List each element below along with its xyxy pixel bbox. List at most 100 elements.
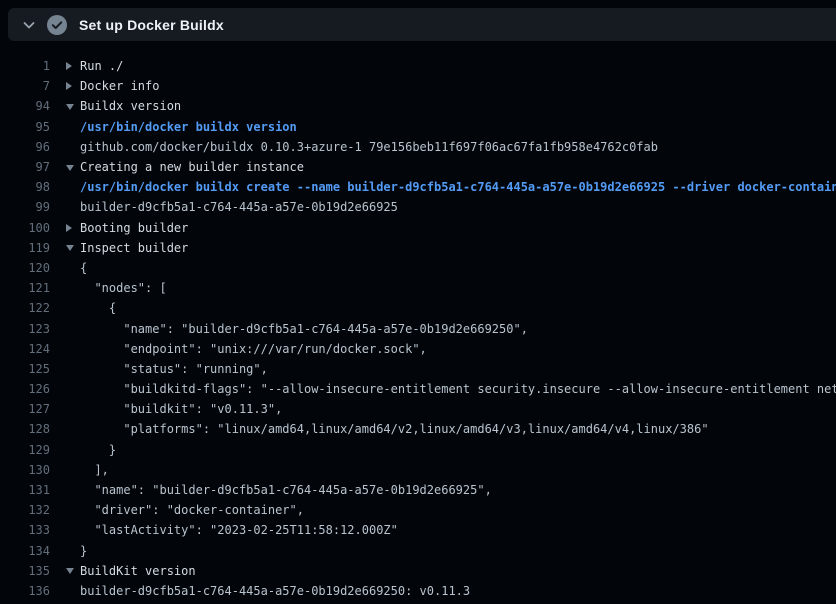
- log-line: 126 "buildkitd-flags": "--allow-insecure…: [0, 379, 836, 399]
- log-line: 96github.com/docker/buildx 0.10.3+azure-…: [0, 137, 836, 157]
- log-text: "name": "builder-d9cfb5a1-c764-445a-a57e…: [80, 322, 528, 336]
- line-number[interactable]: 135: [0, 564, 50, 578]
- log-text: "platforms": "linux/amd64,linux/amd64/v2…: [80, 422, 709, 436]
- triangle-down-icon: [66, 165, 74, 171]
- log-line: 98/usr/bin/docker buildx create --name b…: [0, 177, 836, 197]
- log-group-line[interactable]: 1 Run ./: [0, 56, 836, 76]
- log-line-body: }: [66, 443, 116, 457]
- log-text: Creating a new builder instance: [80, 160, 304, 174]
- step-header[interactable]: Set up Docker Buildx: [8, 8, 836, 41]
- line-number[interactable]: 131: [0, 483, 50, 497]
- log-group-line[interactable]: 135 BuildKit version: [0, 561, 836, 581]
- log-line: 134}: [0, 541, 836, 561]
- log-text: Buildx version: [80, 99, 181, 113]
- log-text: "buildkit": "v0.11.3",: [80, 402, 282, 416]
- log-line: 125 "status": "running",: [0, 359, 836, 379]
- triangle-right-icon: [66, 224, 72, 232]
- log-line-body: builder-d9cfb5a1-c764-445a-a57e-0b19d2e6…: [66, 200, 398, 214]
- log-line-body: "lastActivity": "2023-02-25T11:58:12.000…: [66, 523, 398, 537]
- triangle-down-icon: [66, 568, 74, 574]
- line-number[interactable]: 94: [0, 99, 50, 113]
- line-number[interactable]: 124: [0, 342, 50, 356]
- log-text: builder-d9cfb5a1-c764-445a-a57e-0b19d2e6…: [80, 584, 470, 598]
- line-number[interactable]: 120: [0, 261, 50, 275]
- line-number[interactable]: 100: [0, 221, 50, 235]
- log-text: "name": "builder-d9cfb5a1-c764-445a-a57e…: [80, 483, 492, 497]
- log-text: }: [80, 544, 87, 558]
- line-number[interactable]: 136: [0, 584, 50, 598]
- log-line: 120 {: [0, 258, 836, 278]
- log-line: 129 }: [0, 440, 836, 460]
- line-number[interactable]: 134: [0, 544, 50, 558]
- step-success-check-icon: [47, 15, 67, 35]
- line-number[interactable]: 130: [0, 463, 50, 477]
- log-line-body: "platforms": "linux/amd64,linux/amd64/v2…: [66, 422, 709, 436]
- collapse-step-button[interactable]: [16, 12, 42, 38]
- log-line: 121 "nodes": [: [0, 278, 836, 298]
- log-line: 124 "endpoint": "unix:///var/run/docker.…: [0, 339, 836, 359]
- line-number[interactable]: 1: [0, 59, 50, 73]
- log-line-body: "buildkit": "v0.11.3",: [66, 402, 282, 416]
- line-number[interactable]: 127: [0, 402, 50, 416]
- triangle-right-icon: [66, 82, 72, 90]
- line-number[interactable]: 132: [0, 503, 50, 517]
- log-lines: 1 Run ./ 7 Docker info 94 Buildx version 95/us…: [0, 56, 836, 601]
- log-text: "lastActivity": "2023-02-25T11:58:12.000…: [80, 523, 398, 537]
- line-number[interactable]: 128: [0, 422, 50, 436]
- triangle-right-icon: [66, 62, 72, 70]
- line-number[interactable]: 7: [0, 79, 50, 93]
- log-line-body: }: [66, 544, 87, 558]
- log-text: {: [80, 301, 116, 315]
- log-line-body: /usr/bin/docker buildx version: [66, 120, 297, 134]
- line-number[interactable]: 121: [0, 281, 50, 295]
- line-number[interactable]: 123: [0, 322, 50, 336]
- log-text: Inspect builder: [80, 241, 188, 255]
- log-line-body: Creating a new builder instance: [66, 160, 304, 174]
- log-text: "nodes": [: [80, 281, 167, 295]
- log-group-line[interactable]: 94 Buildx version: [0, 96, 836, 116]
- log-line: 128 "platforms": "linux/amd64,linux/amd6…: [0, 419, 836, 439]
- log-text: }: [80, 443, 116, 457]
- log-group-line[interactable]: 97 Creating a new builder instance: [0, 157, 836, 177]
- actions-log-viewer: Set up Docker Buildx 1 Run ./ 7 Docker info…: [0, 0, 836, 604]
- triangle-down-icon: [66, 245, 74, 251]
- log-text: "driver": "docker-container",: [80, 503, 304, 517]
- line-number[interactable]: 119: [0, 241, 50, 255]
- log-text: "buildkitd-flags": "--allow-insecure-ent…: [80, 382, 836, 396]
- log-line: 99 builder-d9cfb5a1-c764-445a-a57e-0b19d2…: [0, 197, 836, 217]
- log-line: 136 builder-d9cfb5a1-c764-445a-a57e-0b19d…: [0, 581, 836, 601]
- line-number[interactable]: 125: [0, 362, 50, 376]
- log-line: 95/usr/bin/docker buildx version: [0, 117, 836, 137]
- log-line: 130 ],: [0, 460, 836, 480]
- log-group-line[interactable]: 7 Docker info: [0, 76, 836, 96]
- line-number[interactable]: 97: [0, 160, 50, 174]
- line-number[interactable]: 126: [0, 382, 50, 396]
- log-text: "endpoint": "unix:///var/run/docker.sock…: [80, 342, 427, 356]
- log-text: BuildKit version: [80, 564, 196, 578]
- line-number[interactable]: 95: [0, 120, 50, 134]
- log-line: 122 {: [0, 298, 836, 318]
- log-line-body: ],: [66, 463, 109, 477]
- log-line-body: Buildx version: [66, 99, 181, 113]
- log-text: /usr/bin/docker buildx version: [80, 120, 297, 134]
- log-line: 132 "driver": "docker-container",: [0, 500, 836, 520]
- line-number[interactable]: 122: [0, 301, 50, 315]
- log-line-body: {: [66, 261, 87, 275]
- log-text: Docker info: [80, 79, 159, 93]
- line-number[interactable]: 99: [0, 200, 50, 214]
- log-text: {: [80, 261, 87, 275]
- log-line-body: Run ./: [66, 59, 123, 73]
- line-number[interactable]: 133: [0, 523, 50, 537]
- line-number[interactable]: 129: [0, 443, 50, 457]
- line-number[interactable]: 96: [0, 140, 50, 154]
- log-line-body: builder-d9cfb5a1-c764-445a-a57e-0b19d2e6…: [66, 584, 470, 598]
- log-group-line[interactable]: 100Booting builder: [0, 218, 836, 238]
- log-text: Run ./: [80, 59, 123, 73]
- log-line-body: "buildkitd-flags": "--allow-insecure-ent…: [66, 382, 836, 396]
- log-line: 127 "buildkit": "v0.11.3",: [0, 399, 836, 419]
- log-line-body: "driver": "docker-container",: [66, 503, 304, 517]
- line-number[interactable]: 98: [0, 180, 50, 194]
- log-line-body: /usr/bin/docker buildx create --name bui…: [66, 180, 836, 194]
- log-group-line[interactable]: 119 Inspect builder: [0, 238, 836, 258]
- log-line: 123 "name": "builder-d9cfb5a1-c764-445a-…: [0, 318, 836, 338]
